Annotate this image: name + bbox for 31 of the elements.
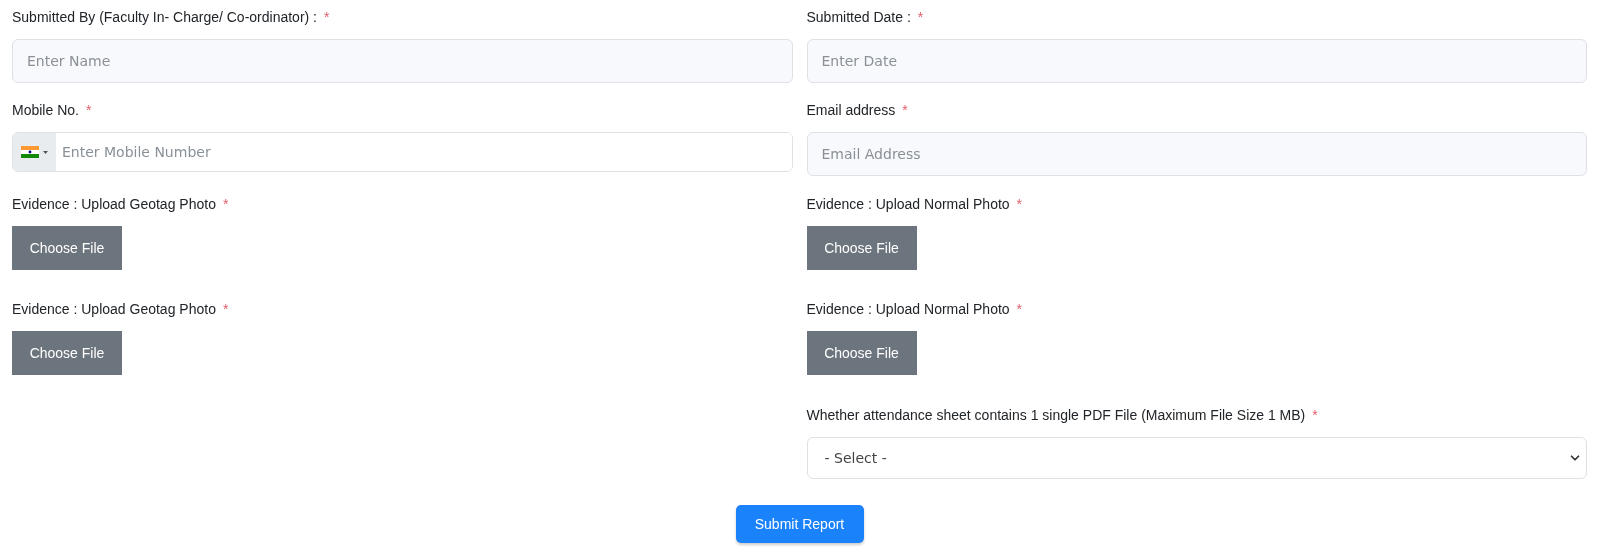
field-label: Evidence : Upload Geotag Photo bbox=[12, 301, 216, 317]
field-label: Evidence : Upload Geotag Photo bbox=[12, 196, 216, 212]
required-mark: * bbox=[917, 9, 924, 25]
required-mark: * bbox=[222, 301, 229, 317]
country-picker[interactable] bbox=[13, 133, 56, 171]
field-label: Whether attendance sheet contains 1 single PDF File (Maximum File Size 1 MB) bbox=[806, 407, 1306, 423]
required-mark: * bbox=[324, 9, 330, 25]
field-label: Email address bbox=[806, 102, 896, 118]
field-label: Evidence : Upload Normal Photo bbox=[806, 301, 1010, 317]
choose-file-button[interactable]: Choose File bbox=[12, 226, 122, 270]
submit-button[interactable]: Submit Report bbox=[735, 505, 864, 543]
text-field[interactable]: Email Address bbox=[806, 132, 1587, 176]
text-field[interactable]: Enter Date bbox=[806, 39, 1587, 83]
field-label: Submitted By (Faculty In- Charge/ Co-ordinator) : bbox=[12, 9, 317, 25]
required-mark: * bbox=[222, 196, 229, 212]
required-mark: * bbox=[1016, 196, 1023, 212]
required-mark: * bbox=[902, 102, 908, 118]
choose-file-button[interactable]: Choose File bbox=[806, 331, 917, 375]
flag-icon bbox=[21, 146, 39, 158]
required-mark: * bbox=[1016, 301, 1023, 317]
field-label: Submitted Date : bbox=[806, 9, 911, 25]
text-field[interactable]: Enter Name bbox=[12, 39, 793, 83]
field-label: Mobile No. bbox=[12, 102, 79, 118]
choose-file-button[interactable]: Choose File bbox=[806, 226, 917, 270]
field-label: Evidence : Upload Normal Photo bbox=[806, 196, 1010, 212]
phone-field[interactable]: Enter Mobile Number bbox=[12, 132, 793, 172]
caret-icon bbox=[43, 150, 48, 154]
required-mark: * bbox=[85, 102, 92, 118]
choose-file-button[interactable]: Choose File bbox=[12, 331, 122, 375]
required-mark: * bbox=[1312, 407, 1318, 423]
select-field[interactable]: - Select - bbox=[806, 437, 1587, 479]
